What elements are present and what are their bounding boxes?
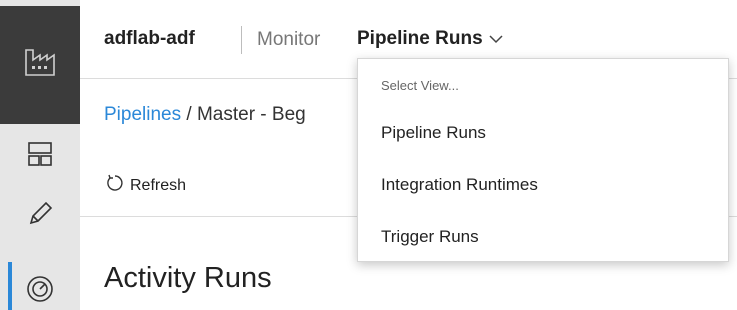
view-selector[interactable]: Pipeline Runs (357, 28, 503, 50)
menu-item-trigger-runs[interactable]: Trigger Runs (358, 217, 728, 257)
section-label: Monitor (257, 29, 321, 50)
left-sidebar (0, 0, 80, 310)
chevron-down-icon (489, 28, 503, 50)
sidebar-item-author[interactable] (0, 190, 80, 238)
menu-item-integration-runtimes[interactable]: Integration Runtimes (358, 165, 728, 205)
monitor-gauge-icon (0, 274, 80, 304)
view-dropdown-menu: Select View... Pipeline Runs Integration… (357, 58, 729, 262)
view-selector-label: Pipeline Runs (357, 28, 483, 49)
menu-item-label: Trigger Runs (381, 227, 479, 246)
menu-item-pipeline-runs[interactable]: Pipeline Runs (358, 113, 728, 153)
pencil-icon (0, 200, 80, 228)
factory-name[interactable]: adflab-adf (104, 28, 195, 50)
menu-item-label: Integration Runtimes (381, 175, 538, 194)
refresh-icon (106, 174, 124, 197)
sidebar-item-factory[interactable] (0, 6, 80, 124)
breadcrumb: Pipelines / Master - Beg (104, 104, 306, 126)
factory-icon (0, 44, 80, 78)
breadcrumb-link-pipelines[interactable]: Pipelines (104, 104, 181, 125)
dashboard-icon (0, 140, 80, 168)
sidebar-item-monitor[interactable] (0, 262, 80, 310)
refresh-button[interactable]: Refresh (106, 174, 186, 197)
sidebar-item-dashboard[interactable] (0, 130, 80, 178)
breadcrumb-current: Master - Beg (196, 104, 306, 125)
dropdown-header: Select View... (381, 78, 459, 93)
page-title: Activity Runs (104, 262, 272, 294)
breadcrumb-separator: / (181, 104, 197, 125)
header-divider (241, 26, 242, 54)
refresh-label: Refresh (130, 176, 187, 194)
menu-item-label: Pipeline Runs (381, 123, 486, 142)
